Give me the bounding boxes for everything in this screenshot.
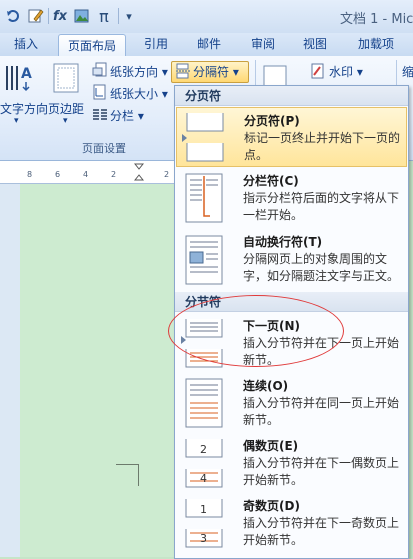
undo-icon[interactable] xyxy=(4,6,22,26)
page-size-icon xyxy=(92,84,108,103)
document-page[interactable] xyxy=(20,184,180,557)
indent-label: 缩 xyxy=(402,65,413,79)
edit-icon[interactable] xyxy=(26,6,46,26)
horizontal-ruler[interactable]: 8 6 4 2 2 xyxy=(0,161,175,184)
text-direction-dropdown-icon[interactable]: ▾ xyxy=(14,116,19,126)
svg-text:3: 3 xyxy=(200,532,207,545)
formula-fx-icon[interactable]: fx xyxy=(51,6,69,26)
orientation-button[interactable]: 纸张方向 ▾ xyxy=(110,63,168,80)
window-title: 文档 1 - Mic xyxy=(340,12,413,27)
menu-item-description: 标记一页终止并开始下一页的点。 xyxy=(244,131,401,162)
text-wrapping-break-icon xyxy=(184,234,226,289)
menu-item-column-break[interactable]: 分栏符(C) 指示分栏符后面的文字将从下一栏开始。 xyxy=(176,168,407,228)
toolbar-separator xyxy=(48,8,49,24)
menu-item-text-wrapping-break[interactable]: 自动换行符(T) 分隔网页上的对象周围的文字，如分隔题注文字与正文。 xyxy=(176,229,407,291)
margin-corner-mark xyxy=(138,464,139,486)
tab-references[interactable]: 引用 xyxy=(133,33,179,56)
section-header-page-breaks: 分页符 xyxy=(175,86,408,106)
next-page-section-icon xyxy=(184,317,226,372)
margins-icon[interactable] xyxy=(52,62,80,97)
menu-item-description: 插入分节符并在下一偶数页上开始新节。 xyxy=(243,456,400,487)
continuous-section-icon xyxy=(184,377,226,432)
menu-item-description: 插入分节符并在同一页上开始新节。 xyxy=(243,396,400,427)
page-break-icon xyxy=(185,111,227,166)
menu-item-title: 偶数页(E) xyxy=(243,439,299,453)
page-size-button[interactable]: 纸张大小 ▾ xyxy=(110,85,168,102)
text-direction-icon[interactable]: A xyxy=(4,62,36,97)
menu-item-title: 分页符(P) xyxy=(244,114,300,128)
group-label-page-setup: 页面设置 xyxy=(82,142,126,155)
watermark-button[interactable]: 水印 ▾ xyxy=(329,63,363,80)
svg-text:1: 1 xyxy=(200,503,207,516)
ruler-tick: 2 xyxy=(164,170,170,179)
image-edit-icon[interactable] xyxy=(72,6,92,26)
tab-insert[interactable]: 插入 xyxy=(3,33,49,56)
menu-item-next-page[interactable]: 下一页(N) 插入分节符并在下一页上开始新节。 xyxy=(176,313,407,373)
menu-item-description: 分隔网页上的对象周围的文字，如分隔题注文字与正文。 xyxy=(243,252,400,283)
even-page-section-icon: 24 xyxy=(184,437,226,492)
vertical-ruler xyxy=(0,184,21,557)
indent-marker-icon[interactable] xyxy=(133,163,145,184)
tab-mailings[interactable]: 邮件 xyxy=(186,33,232,56)
ruler-tick: 4 xyxy=(83,170,89,179)
menu-item-title: 连续(O) xyxy=(243,379,289,393)
breaks-dropdown-menu: 分页符 分页符(P) 标记一页终止并开始下一页的点。 分栏符(C) 指示分栏符后… xyxy=(174,85,409,559)
column-break-icon xyxy=(184,172,226,227)
ruler-tick: 8 xyxy=(27,170,33,179)
menu-item-description: 插入分节符并在下一奇数页上开始新节。 xyxy=(243,516,400,547)
section-header-section-breaks: 分节符 xyxy=(175,292,408,312)
columns-icon xyxy=(92,106,108,125)
menu-item-description: 指示分栏符后面的文字将从下一栏开始。 xyxy=(243,191,400,222)
customize-dropdown-icon[interactable]: ▾ xyxy=(122,6,136,26)
menu-item-continuous[interactable]: 连续(O) 插入分节符并在同一页上开始新节。 xyxy=(176,373,407,433)
title-bar: fx π ▾ 文档 1 - Mic xyxy=(0,0,413,34)
tab-view[interactable]: 视图 xyxy=(292,33,338,56)
ruler-tick: 2 xyxy=(111,170,117,179)
svg-text:4: 4 xyxy=(200,472,207,485)
svg-text:A: A xyxy=(21,66,32,82)
breaks-button[interactable]: 分隔符 ▾ xyxy=(193,63,239,80)
menu-item-odd-page[interactable]: 13 奇数页(D) 插入分节符并在下一奇数页上开始新节。 xyxy=(176,493,407,555)
menu-item-even-page[interactable]: 24 偶数页(E) 插入分节符并在下一偶数页上开始新节。 xyxy=(176,433,407,493)
watermark-icon xyxy=(310,63,326,82)
menu-item-page-break[interactable]: 分页符(P) 标记一页终止并开始下一页的点。 xyxy=(176,107,407,167)
menu-item-title: 下一页(N) xyxy=(243,319,301,333)
margin-corner-mark xyxy=(116,464,138,465)
menu-item-description: 插入分节符并在下一页上开始新节。 xyxy=(243,336,400,367)
tab-add-ins[interactable]: 加载项 xyxy=(346,33,406,56)
menu-item-title: 奇数页(D) xyxy=(243,499,300,513)
ruler-tick: 6 xyxy=(55,170,61,179)
ribbon-tabs: 插入 页面布局 引用 邮件 审阅 视图 加载项 xyxy=(0,33,413,57)
tab-review[interactable]: 审阅 xyxy=(240,33,286,56)
text-direction-button[interactable]: 文字方向 xyxy=(0,100,48,117)
menu-item-title: 自动换行符(T) xyxy=(243,235,323,249)
odd-page-section-icon: 13 xyxy=(184,497,226,552)
margins-button[interactable]: 页边距 xyxy=(48,100,84,117)
menu-item-title: 分栏符(C) xyxy=(243,174,299,188)
toolbar-separator xyxy=(118,8,119,24)
svg-text:2: 2 xyxy=(200,443,207,456)
pi-icon[interactable]: π xyxy=(95,6,113,26)
breaks-icon xyxy=(175,63,191,82)
orientation-icon xyxy=(92,62,108,81)
margins-dropdown-icon[interactable]: ▾ xyxy=(63,116,68,126)
columns-button[interactable]: 分栏 ▾ xyxy=(110,107,144,124)
tab-page-layout[interactable]: 页面布局 xyxy=(58,34,126,57)
